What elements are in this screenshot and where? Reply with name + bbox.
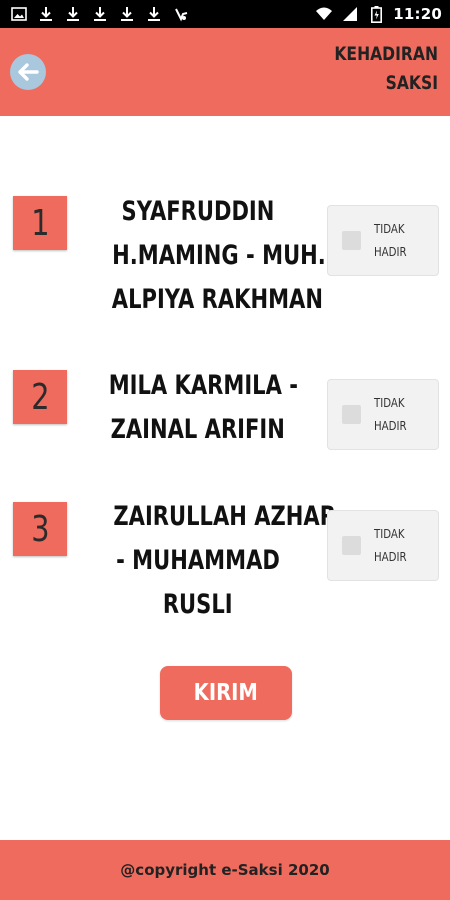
witness-name: SYAFRUDDIN H.MAMING - MUH. ALPIYA RAKHMA…	[82, 190, 326, 322]
app-notification-icon	[172, 5, 190, 23]
status-time: 11:20	[393, 5, 442, 23]
page-title: KEHADIRAN SAKSI	[307, 40, 438, 98]
submit-button-label: KIRIM	[193, 680, 259, 706]
witness-name: MILA KARMILA - ZAINAL ARIFIN	[82, 364, 314, 452]
attendance-label: TIDAK HADIR	[374, 395, 407, 433]
witness-name-line: RUSLI	[163, 589, 233, 620]
status-bar: 11:20	[0, 0, 450, 28]
witness-name-line: MILA KARMILA -	[108, 370, 298, 401]
download-icon	[37, 5, 55, 23]
witness-name-line: - MUHAMMAD	[116, 545, 280, 576]
witness-number-badge: 1	[13, 196, 67, 250]
submit-button[interactable]: KIRIM	[160, 666, 292, 720]
witness-name: ZAIRULLAH AZHAR - MUHAMMAD RUSLI	[82, 495, 336, 627]
battery-icon	[367, 5, 385, 23]
download-icon	[118, 5, 136, 23]
status-bar-notifications	[10, 5, 190, 23]
witness-name-line: ALPIYA RAKHMAN	[111, 284, 323, 315]
checkbox-square[interactable]	[342, 231, 361, 250]
attendance-checkbox[interactable]: TIDAK HADIR	[327, 510, 439, 581]
back-button[interactable]	[10, 54, 46, 90]
witness-name-line: ZAINAL ARIFIN	[110, 414, 286, 445]
attendance-label: TIDAK HADIR	[374, 526, 407, 564]
checkbox-square[interactable]	[342, 536, 361, 555]
footer-copyright: @copyright e-Saksi 2020	[120, 861, 330, 879]
arrow-left-icon	[17, 63, 39, 81]
download-icon	[64, 5, 82, 23]
download-icon	[145, 5, 163, 23]
witness-name-line: SYAFRUDDIN	[121, 196, 275, 227]
status-bar-system: 11:20	[315, 5, 442, 23]
witness-number-badge: 2	[13, 370, 67, 424]
attendance-checkbox[interactable]: TIDAK HADIR	[327, 379, 439, 450]
attendance-checkbox[interactable]: TIDAK HADIR	[327, 205, 439, 276]
attendance-label: TIDAK HADIR	[374, 221, 407, 259]
witness-name-line: H.MAMING - MUH.	[112, 240, 326, 271]
app-header: KEHADIRAN SAKSI	[0, 28, 450, 116]
download-icon	[91, 5, 109, 23]
wifi-icon	[315, 5, 333, 23]
witness-number-badge: 3	[13, 502, 67, 556]
witness-name-line: ZAIRULLAH AZHAR	[113, 501, 336, 532]
page-title-line-1: KEHADIRAN	[334, 43, 438, 65]
footer: @copyright e-Saksi 2020	[0, 840, 450, 900]
checkbox-square[interactable]	[342, 405, 361, 424]
image-icon	[10, 5, 28, 23]
signal-icon	[341, 5, 359, 23]
page-title-line-2: SAKSI	[385, 72, 438, 94]
